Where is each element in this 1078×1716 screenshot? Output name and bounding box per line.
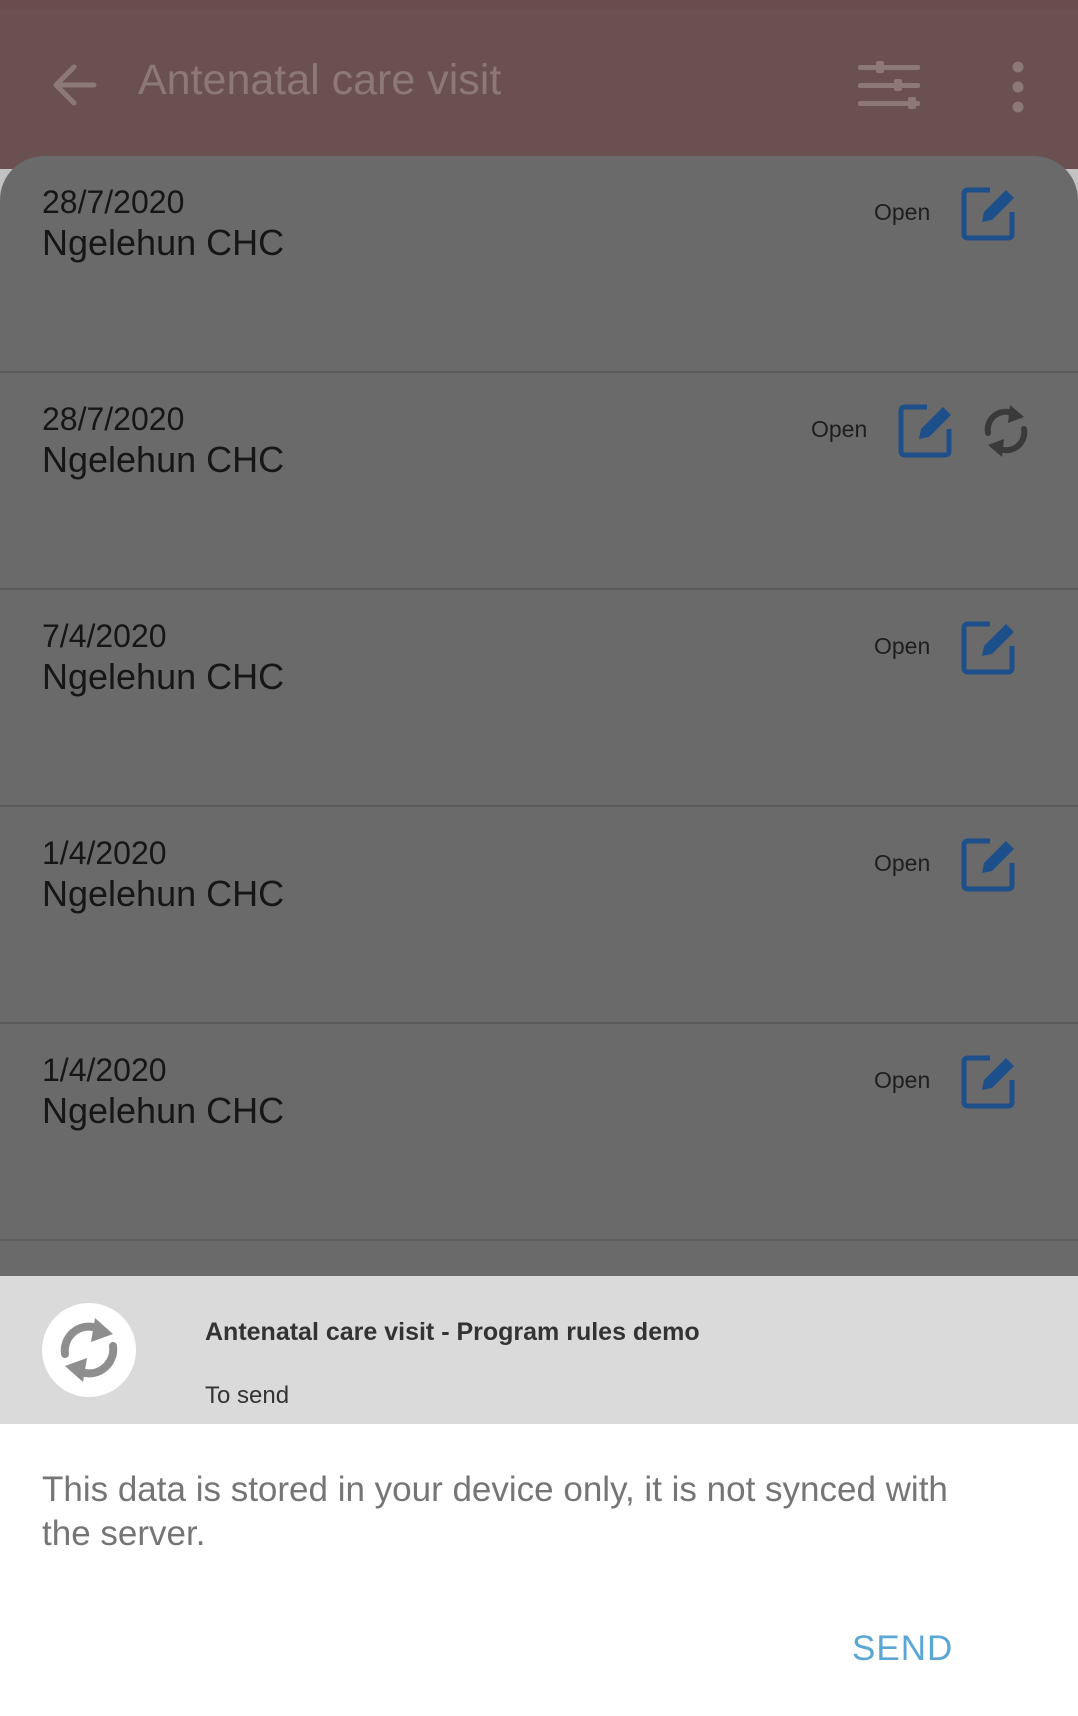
page-title: Antenatal care visit bbox=[138, 56, 502, 104]
edit-event-button[interactable] bbox=[960, 835, 1018, 893]
back-button[interactable] bbox=[48, 59, 100, 111]
sync-dialog-title: Antenatal care visit - Program rules dem… bbox=[205, 1318, 700, 1346]
edit-event-button[interactable] bbox=[960, 184, 1018, 242]
event-org-unit: Ngelehun CHC bbox=[42, 656, 285, 697]
toolbar: Antenatal care visit bbox=[0, 9, 1078, 169]
sync-icon bbox=[984, 405, 1028, 457]
sync-event-button[interactable] bbox=[980, 403, 1032, 459]
event-card[interactable]: 7/4/2020 Ngelehun CHC Open bbox=[0, 590, 1078, 807]
sync-message: This data is stored in your device only,… bbox=[42, 1470, 948, 1553]
event-status: Open bbox=[874, 1067, 931, 1093]
edit-icon bbox=[961, 838, 1015, 892]
event-status: Open bbox=[874, 633, 931, 659]
event-card[interactable]: 28/7/2020 Ngelehun CHC Open bbox=[0, 373, 1078, 590]
arrow-back-icon bbox=[53, 64, 97, 106]
app-screen: Antenatal care visit 28/7/2020 Ngelehun … bbox=[0, 0, 1078, 1716]
event-date: 28/7/2020 bbox=[42, 184, 185, 220]
sync-state-label: To send bbox=[205, 1382, 290, 1409]
edit-icon bbox=[898, 404, 952, 458]
event-card[interactable]: 28/7/2020 Ngelehun CHC Open bbox=[0, 156, 1078, 373]
filter-icon bbox=[858, 61, 920, 109]
edit-event-button[interactable] bbox=[897, 401, 955, 459]
status-bar bbox=[0, 0, 1078, 9]
sync-dialog-body: This data is stored in your device only,… bbox=[0, 1424, 1078, 1716]
filter-button[interactable] bbox=[856, 57, 922, 117]
event-org-unit: Ngelehun CHC bbox=[42, 1090, 285, 1131]
event-org-unit: Ngelehun CHC bbox=[42, 222, 285, 263]
event-org-unit: Ngelehun CHC bbox=[42, 439, 285, 480]
more-options-button[interactable] bbox=[1000, 61, 1036, 113]
event-date: 28/7/2020 bbox=[42, 401, 185, 437]
event-status: Open bbox=[811, 416, 868, 442]
sync-dialog-header: Antenatal care visit - Program rules dem… bbox=[0, 1276, 1078, 1424]
edit-icon bbox=[961, 1055, 1015, 1109]
edit-icon bbox=[961, 187, 1015, 241]
event-date: 1/4/2020 bbox=[42, 1052, 167, 1088]
sync-icon bbox=[60, 1318, 118, 1382]
event-status: Open bbox=[874, 199, 931, 225]
event-status: Open bbox=[874, 850, 931, 876]
edit-icon bbox=[961, 621, 1015, 675]
more-vert-icon bbox=[1012, 61, 1024, 113]
edit-event-button[interactable] bbox=[960, 1052, 1018, 1110]
event-date: 1/4/2020 bbox=[42, 835, 167, 871]
sync-status-avatar bbox=[42, 1303, 136, 1397]
event-list: 28/7/2020 Ngelehun CHC Open 28/7/2020 Ng… bbox=[0, 156, 1078, 1276]
event-org-unit: Ngelehun CHC bbox=[42, 873, 285, 914]
event-date: 7/4/2020 bbox=[42, 618, 167, 654]
send-button[interactable]: SEND bbox=[852, 1629, 953, 1669]
event-card[interactable]: 1/4/2020 Ngelehun CHC Open bbox=[0, 807, 1078, 1024]
event-card[interactable]: 1/4/2020 Ngelehun CHC Open bbox=[0, 1024, 1078, 1241]
edit-event-button[interactable] bbox=[960, 618, 1018, 676]
